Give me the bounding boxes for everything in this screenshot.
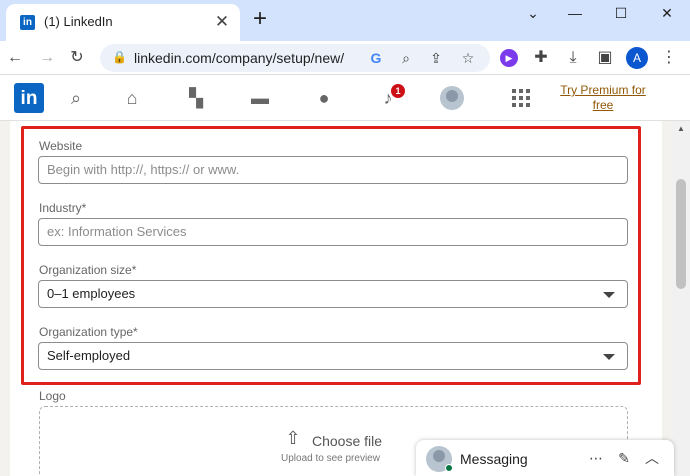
online-status-indicator (445, 464, 453, 472)
org-type-label: Organization type* (39, 325, 138, 339)
search-icon[interactable]: ⌕ (64, 86, 88, 110)
profile-avatar[interactable]: A (626, 47, 648, 69)
maximize-button[interactable]: ☐ (598, 0, 644, 30)
lock-icon: 🔒 (112, 50, 127, 64)
bookmark-star-icon[interactable]: ☆ (458, 48, 478, 68)
industry-placeholder: ex: Information Services (47, 224, 187, 239)
my-network-icon[interactable]: ▚ (184, 86, 208, 110)
dropdown-caret-icon (603, 292, 615, 298)
extensions-puzzle-icon[interactable]: ✚ (530, 47, 552, 69)
minimize-button[interactable]: — (552, 0, 598, 30)
browser-toolbar: ← → ↻ 🔒 linkedin.com/company/setup/new/ … (0, 41, 690, 75)
close-window-button[interactable]: ✕ (644, 0, 690, 30)
browser-tab-strip: in (1) LinkedIn ✕ + ⌄ — ☐ ✕ (0, 0, 690, 41)
notification-badge: 1 (391, 84, 405, 98)
work-grid-icon[interactable] (512, 89, 530, 107)
compose-icon[interactable]: ✎ (614, 448, 634, 468)
chevron-up-icon[interactable]: ︿ (642, 448, 662, 468)
forward-icon[interactable]: → (36, 47, 58, 69)
linkedin-favicon-icon: in (20, 15, 35, 30)
linkedin-logo[interactable]: in (14, 83, 44, 113)
messaging-title: Messaging (460, 451, 528, 467)
org-size-select[interactable]: 0–1 employees (38, 280, 628, 308)
messaging-bar[interactable]: Messaging ⋯ ✎ ︿ (416, 440, 674, 476)
extension-play-icon[interactable]: ▶ (500, 49, 518, 67)
address-bar[interactable]: 🔒 linkedin.com/company/setup/new/ G ⌕ ⇪ … (100, 44, 490, 72)
google-icon[interactable]: G (366, 48, 386, 68)
home-icon[interactable]: ⌂ (120, 86, 144, 110)
tab-title: (1) LinkedIn (44, 14, 113, 29)
more-menu-icon[interactable]: ⋮ (658, 47, 680, 69)
zoom-icon[interactable]: ⌕ (396, 48, 416, 68)
me-avatar[interactable] (440, 86, 464, 110)
reload-icon[interactable]: ↻ (66, 47, 88, 69)
try-premium-link[interactable]: Try Premium for free (558, 83, 648, 113)
browser-tab[interactable]: in (1) LinkedIn ✕ (6, 4, 240, 41)
website-label: Website (39, 139, 83, 153)
jobs-briefcase-icon[interactable]: ▬ (248, 86, 272, 110)
download-icon[interactable]: ⤓ (562, 47, 584, 69)
side-panel-icon[interactable]: ▣ (594, 47, 616, 69)
logo-label: Logo (39, 389, 66, 403)
dropdown-caret-icon (603, 354, 615, 360)
chevron-down-icon[interactable]: ⌄ (510, 0, 556, 30)
messaging-chat-icon[interactable]: ● (312, 86, 336, 110)
scroll-thumb[interactable] (676, 179, 686, 289)
new-tab-button[interactable]: + (248, 7, 272, 32)
upload-icon[interactable]: ⇧ (282, 428, 304, 448)
scroll-up-icon[interactable]: ▲ (675, 124, 687, 134)
industry-label: Industry* (39, 201, 87, 215)
url-text: linkedin.com/company/setup/new/ (134, 50, 345, 66)
share-icon[interactable]: ⇪ (426, 48, 446, 68)
org-size-value: 0–1 employees (47, 286, 136, 301)
close-tab-icon[interactable]: ✕ (212, 12, 232, 32)
page-scrollbar[interactable]: ▲ (672, 121, 690, 476)
org-type-select[interactable]: Self-employed (38, 342, 628, 370)
more-options-icon[interactable]: ⋯ (586, 448, 606, 468)
website-input[interactable]: Begin with http://, https:// or www. (38, 156, 628, 184)
back-icon[interactable]: ← (4, 47, 26, 69)
org-type-value: Self-employed (47, 348, 131, 363)
upload-hint: Upload to see preview (281, 453, 380, 464)
choose-file-button[interactable]: Choose file (312, 433, 382, 449)
linkedin-navbar: in ⌕ ⌂ ▚ ▬ ● ♪ 1 Try Premium for free (0, 75, 690, 121)
website-placeholder: Begin with http://, https:// or www. (47, 162, 240, 177)
industry-input[interactable]: ex: Information Services (38, 218, 628, 246)
org-size-label: Organization size* (39, 263, 137, 277)
